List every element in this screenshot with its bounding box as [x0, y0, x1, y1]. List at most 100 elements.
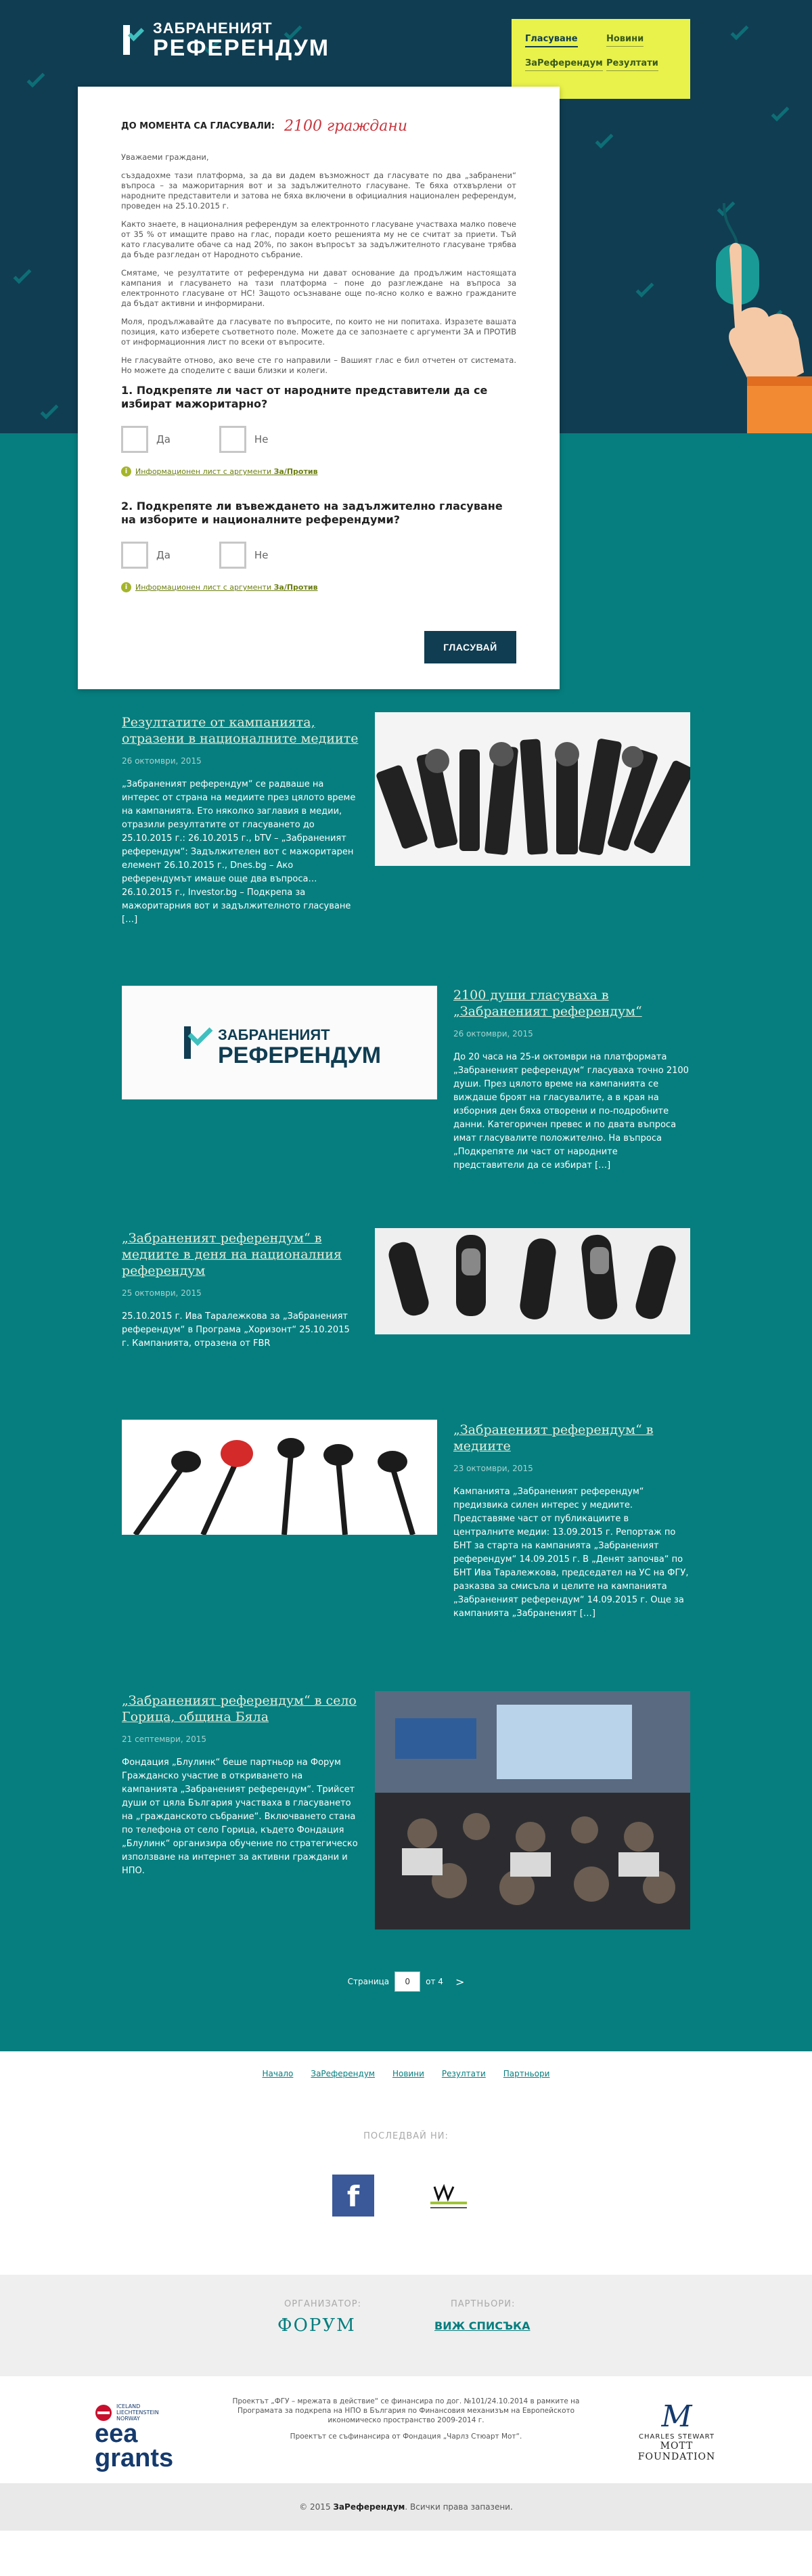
question-1-text: 1. Подкрепяте ли част от народните предс… [121, 384, 488, 410]
nav-item-results[interactable]: Резултати [606, 58, 658, 71]
partners-list-link[interactable]: ВИЖ СПИСЪКА [434, 2319, 531, 2332]
mott-mark: M [661, 2399, 692, 2434]
post-3: „Забраненият референдум“ в медиите в ден… [122, 1230, 359, 1351]
post-5-image-meeting[interactable] [375, 1691, 690, 1929]
hero-check-decoration [771, 103, 790, 122]
footer-nav: Начало ЗаРеферендум Новини Резултати Пар… [0, 2069, 812, 2078]
post-3-title[interactable]: „Забраненият референдум“ в медиите в ден… [122, 1231, 342, 1278]
funding-text-2: Проектът се съфинансира от Фондация „Чар… [290, 2432, 522, 2441]
forum-logo[interactable]: ФОРУМ [277, 2315, 356, 2336]
partner-badge-logo[interactable] [425, 2181, 472, 2215]
post-5-title[interactable]: „Забраненият референдум“ в село Горица, … [122, 1693, 357, 1724]
info-icon: i [121, 582, 131, 592]
hero-check-decoration [595, 130, 614, 149]
post-4-title[interactable]: „Забраненият референдум“ в медиите [453, 1422, 653, 1454]
intro-paragraph: създадохме тази платформа, за да ви даде… [121, 171, 516, 211]
q1-info-link-bold: За/Против [273, 467, 318, 476]
eea-grants-logo[interactable]: ICELAND LIECHTENSTEIN NORWAY eea grants [95, 2403, 189, 2471]
organizer-label: ОРГАНИЗАТОР: [284, 2299, 362, 2309]
hero-check-decoration [26, 69, 45, 88]
vote-card: ДО МОМЕНТА СА ГЛАСУВАЛИ: 2100 граждани У… [78, 87, 560, 689]
question-1: 1. Подкрепяте ли част от народните предс… [121, 384, 516, 477]
mott-line-2: MOTT FOUNDATION [637, 2441, 716, 2462]
post-3-image-microphones[interactable] [375, 1228, 690, 1334]
mott-foundation-logo[interactable]: M CHARLES STEWART MOTT FOUNDATION [623, 2399, 731, 2463]
follow-label: ПОСЛЕДВАЙ НИ: [363, 2131, 449, 2141]
post-1-excerpt: „Забраненият референдум“ се радваше на и… [122, 779, 356, 925]
q2-no-label: Не [254, 549, 269, 561]
mott-line-1: CHARLES STEWART [639, 2433, 715, 2441]
logo-check-icon [122, 22, 148, 58]
q1-yes-label: Да [156, 433, 171, 445]
post-4-image-microphones[interactable] [122, 1420, 437, 1535]
hero-check-decoration [13, 265, 32, 284]
footer-link-results[interactable]: Резултати [442, 2069, 486, 2078]
footer-link-home[interactable]: Начало [263, 2069, 294, 2078]
q1-no-label: Не [254, 433, 269, 445]
vote-counter: ДО МОМЕНТА СА ГЛАСУВАЛИ: 2100 граждани [121, 118, 516, 135]
q2-yes-checkbox[interactable] [121, 542, 148, 569]
footer-link-partners[interactable]: Партньори [503, 2069, 550, 2078]
q1-info-link-text: Информационен лист с аргументи [135, 467, 272, 476]
footer-link-news[interactable]: Новини [392, 2069, 424, 2078]
intro-paragraph: Не гласувайте отново, ако вече сте го на… [121, 355, 516, 375]
post-5: „Забраненият референдум“ в село Горица, … [122, 1693, 359, 1878]
post-1-date: 26 октомври, 2015 [122, 756, 202, 766]
post-2-logo-top: ЗАБРАНЕНИЯТ [218, 1026, 330, 1043]
vote-submit-button[interactable]: ГЛАСУВАЙ [424, 631, 516, 663]
post-2: 2100 души гласуваха в „Забраненият рефер… [453, 987, 690, 1173]
question-2: 2. Подкрепяте ли въвеждането на задължит… [121, 500, 516, 592]
nav-item-for-referendum[interactable]: ЗаРеферендум [525, 58, 603, 71]
q2-info-link-text: Информационен лист с аргументи [135, 583, 272, 592]
pagination-current-page[interactable]: 0 [394, 1971, 421, 1992]
nav-item-news[interactable]: Новини [606, 34, 644, 47]
post-1-image-microphones[interactable] [375, 712, 690, 866]
site-logo[interactable]: ЗАБРАНЕНИЯТ РЕФЕРЕНДУМ [122, 20, 330, 60]
counter-value: 2100 граждани [284, 118, 408, 135]
pagination-label: Страница [347, 1977, 390, 1986]
pagination-total: от 4 [426, 1977, 443, 1986]
intro-paragraph: Както знаете, в националния референдум з… [121, 219, 516, 259]
footer-link-for-referendum[interactable]: ЗаРеферендум [311, 2069, 375, 2078]
post-2-image-logo[interactable]: ЗАБРАНЕНИЯТ РЕФЕРЕНДУМ [122, 986, 437, 1099]
q1-info-link[interactable]: Информационен лист с аргументи За/Против [135, 467, 318, 476]
q2-yes-label: Да [156, 549, 171, 561]
post-3-excerpt: 25.10.2015 г. Ива Таралежкова за „Забран… [122, 1311, 350, 1349]
q2-info-link-bold: За/Против [273, 583, 318, 592]
intro-paragraph: Моля, продължавайте да гласувате по въпр… [121, 317, 516, 347]
post-2-logo-bottom: РЕФЕРЕНДУМ [218, 1043, 381, 1068]
question-2-text: 2. Подкрепяте ли въвеждането на задължит… [121, 500, 503, 526]
eea-grants-text: eea grants [95, 2420, 174, 2472]
logo-bottom-text: РЕФЕРЕНДУМ [153, 35, 330, 61]
pagination-next-button[interactable]: > [455, 1975, 464, 1988]
funding-text-1: Проектът „ФГУ – мрежата в действие“ се ф… [232, 2397, 580, 2424]
intro-paragraph: Смятаме, че резултатите от референдума н… [121, 268, 516, 308]
post-2-excerpt: До 20 часа на 25-и октомври на платформа… [453, 1052, 689, 1171]
post-5-date: 21 септември, 2015 [122, 1734, 206, 1744]
post-2-title[interactable]: 2100 души гласуваха в „Забраненият рефер… [453, 988, 642, 1019]
post-3-date: 25 октомври, 2015 [122, 1288, 202, 1298]
info-icon: i [121, 466, 131, 477]
pagination: Страница 0 от 4 > [0, 1971, 812, 1992]
copyright-brand: ЗаРеферендум [333, 2502, 405, 2512]
intro-text: Уважаеми граждани, създадохме тази платф… [121, 152, 516, 376]
partners-label: ПАРТНЬОРИ: [451, 2299, 516, 2309]
hero-check-decoration [730, 22, 749, 41]
eea-countries: ICELAND LIECHTENSTEIN NORWAY [116, 2403, 159, 2422]
post-1-title[interactable]: Резултатите от кампанията, отразени в на… [122, 715, 358, 746]
organizer-band: ОРГАНИЗАТОР: ФОРУМ ПАРТНЬОРИ: ВИЖ СПИСЪК… [0, 2275, 812, 2376]
hand-mouse-illustration [716, 203, 812, 433]
nav-item-voting[interactable]: Гласуване [525, 34, 578, 47]
q1-yes-checkbox[interactable] [121, 426, 148, 453]
hero-check-decoration [635, 279, 654, 298]
logo-top-text: ЗАБРАНЕНИЯТ [153, 20, 273, 37]
post-1: Резултатите от кампанията, отразени в на… [122, 714, 359, 927]
post-4-excerpt: Кампанията „Забраненият референдум“ пред… [453, 1487, 689, 1619]
q2-info-link[interactable]: Информационен лист с аргументи За/Против [135, 583, 318, 592]
facebook-icon[interactable]: f [332, 2175, 374, 2217]
hero-check-decoration [40, 401, 59, 420]
q2-no-checkbox[interactable] [219, 542, 246, 569]
post-4: „Забраненият референдум“ в медиите 23 ок… [453, 1422, 690, 1621]
funding-section: ICELAND LIECHTENSTEIN NORWAY eea grants … [0, 2376, 812, 2485]
q1-no-checkbox[interactable] [219, 426, 246, 453]
